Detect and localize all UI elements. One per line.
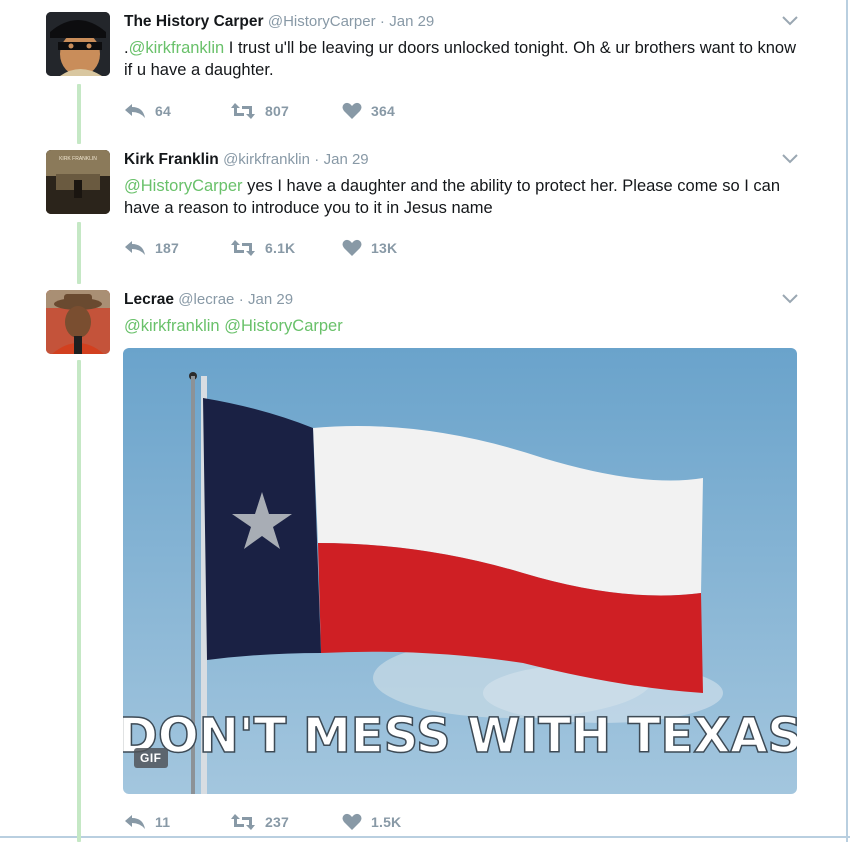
avatar[interactable]	[46, 12, 110, 76]
display-name[interactable]: Lecrae	[124, 291, 174, 308]
heart-icon	[342, 239, 362, 256]
reply-button[interactable]: 187	[124, 238, 179, 258]
avatar-album-text: KIRK FRANKLIN	[59, 156, 97, 162]
retweet-button[interactable]: 807	[230, 101, 289, 121]
retweet-count: 237	[265, 814, 289, 830]
tweet-lecrae[interactable]: Lecrae @lecrae · Jan 29 @kirkfranklin @H…	[0, 290, 846, 840]
mention-link[interactable]: @HistoryCarper	[224, 317, 343, 335]
user-handle[interactable]: @kirkfranklin	[223, 151, 310, 168]
retweet-count: 807	[265, 103, 289, 119]
tweet-header: Kirk Franklin @kirkfranklin · Jan 29	[124, 150, 369, 170]
tweet-header: The History Carper @HistoryCarper · Jan …	[124, 12, 434, 32]
tweet-date[interactable]: Jan 29	[389, 13, 434, 30]
display-name[interactable]: The History Carper	[124, 13, 264, 30]
retweet-icon	[231, 240, 255, 256]
window-edge-right	[846, 0, 848, 842]
reply-button[interactable]: 64	[124, 101, 171, 121]
heart-icon	[342, 813, 362, 830]
reply-count: 187	[155, 240, 179, 256]
tweet-date[interactable]: Jan 29	[248, 291, 293, 308]
user-handle[interactable]: @lecrae	[178, 291, 234, 308]
tweet-history-carper[interactable]: The History Carper @HistoryCarper · Jan …	[0, 12, 846, 132]
mention-link[interactable]: @kirkfranklin	[124, 317, 220, 335]
like-button[interactable]: 13K	[342, 238, 397, 258]
mention-link[interactable]: @HistoryCarper	[124, 177, 243, 195]
tweet-kirk-franklin[interactable]: KIRK FRANKLIN Kirk Franklin @kirkfrankli…	[0, 150, 846, 270]
user-handle[interactable]: @HistoryCarper	[268, 13, 376, 30]
tweet-header: Lecrae @lecrae · Jan 29	[124, 290, 293, 310]
gif-media[interactable]: DON'T MESS WITH TEXAS GIF	[123, 348, 797, 794]
reply-icon	[125, 104, 145, 118]
retweet-icon	[231, 814, 255, 830]
chevron-down-icon[interactable]	[780, 14, 802, 30]
retweet-count: 6.1K	[265, 240, 296, 256]
gif-caption: DON'T MESS WITH TEXAS	[123, 708, 797, 764]
like-button[interactable]: 1.5K	[342, 812, 401, 832]
tweet-body: I trust u'll be leaving ur doors unlocke…	[124, 39, 796, 79]
reply-icon	[125, 241, 145, 255]
reply-count: 11	[155, 814, 171, 830]
like-count: 364	[371, 103, 395, 119]
tweet-text: @HistoryCarper yes I have a daughter and…	[124, 175, 804, 219]
like-count: 1.5K	[371, 814, 402, 830]
avatar[interactable]	[46, 290, 110, 354]
tweet-text: @kirkfranklin @HistoryCarper	[124, 315, 804, 337]
chevron-down-icon[interactable]	[780, 152, 802, 168]
chevron-down-icon[interactable]	[780, 292, 802, 308]
separator-dot: ·	[379, 13, 385, 30]
reply-button[interactable]: 11	[124, 812, 170, 832]
like-button[interactable]: 364	[342, 101, 395, 121]
texas-flag-gif: DON'T MESS WITH TEXAS	[123, 348, 797, 794]
avatar[interactable]: KIRK FRANKLIN	[46, 150, 110, 214]
display-name[interactable]: Kirk Franklin	[124, 151, 219, 168]
gif-badge: GIF	[134, 748, 168, 768]
heart-icon	[342, 102, 362, 119]
like-count: 13K	[371, 240, 398, 256]
tweet-text: .@kirkfranklin I trust u'll be leaving u…	[124, 37, 804, 81]
separator-dot: ·	[238, 291, 244, 308]
separator-dot: ·	[314, 151, 320, 168]
retweet-icon	[231, 103, 255, 119]
reply-count: 64	[155, 103, 171, 119]
reply-icon	[125, 815, 145, 829]
retweet-button[interactable]: 237	[230, 812, 289, 832]
tweet-date[interactable]: Jan 29	[324, 151, 369, 168]
retweet-button[interactable]: 6.1K	[230, 238, 295, 258]
mention-link[interactable]: @kirkfranklin	[129, 39, 225, 57]
